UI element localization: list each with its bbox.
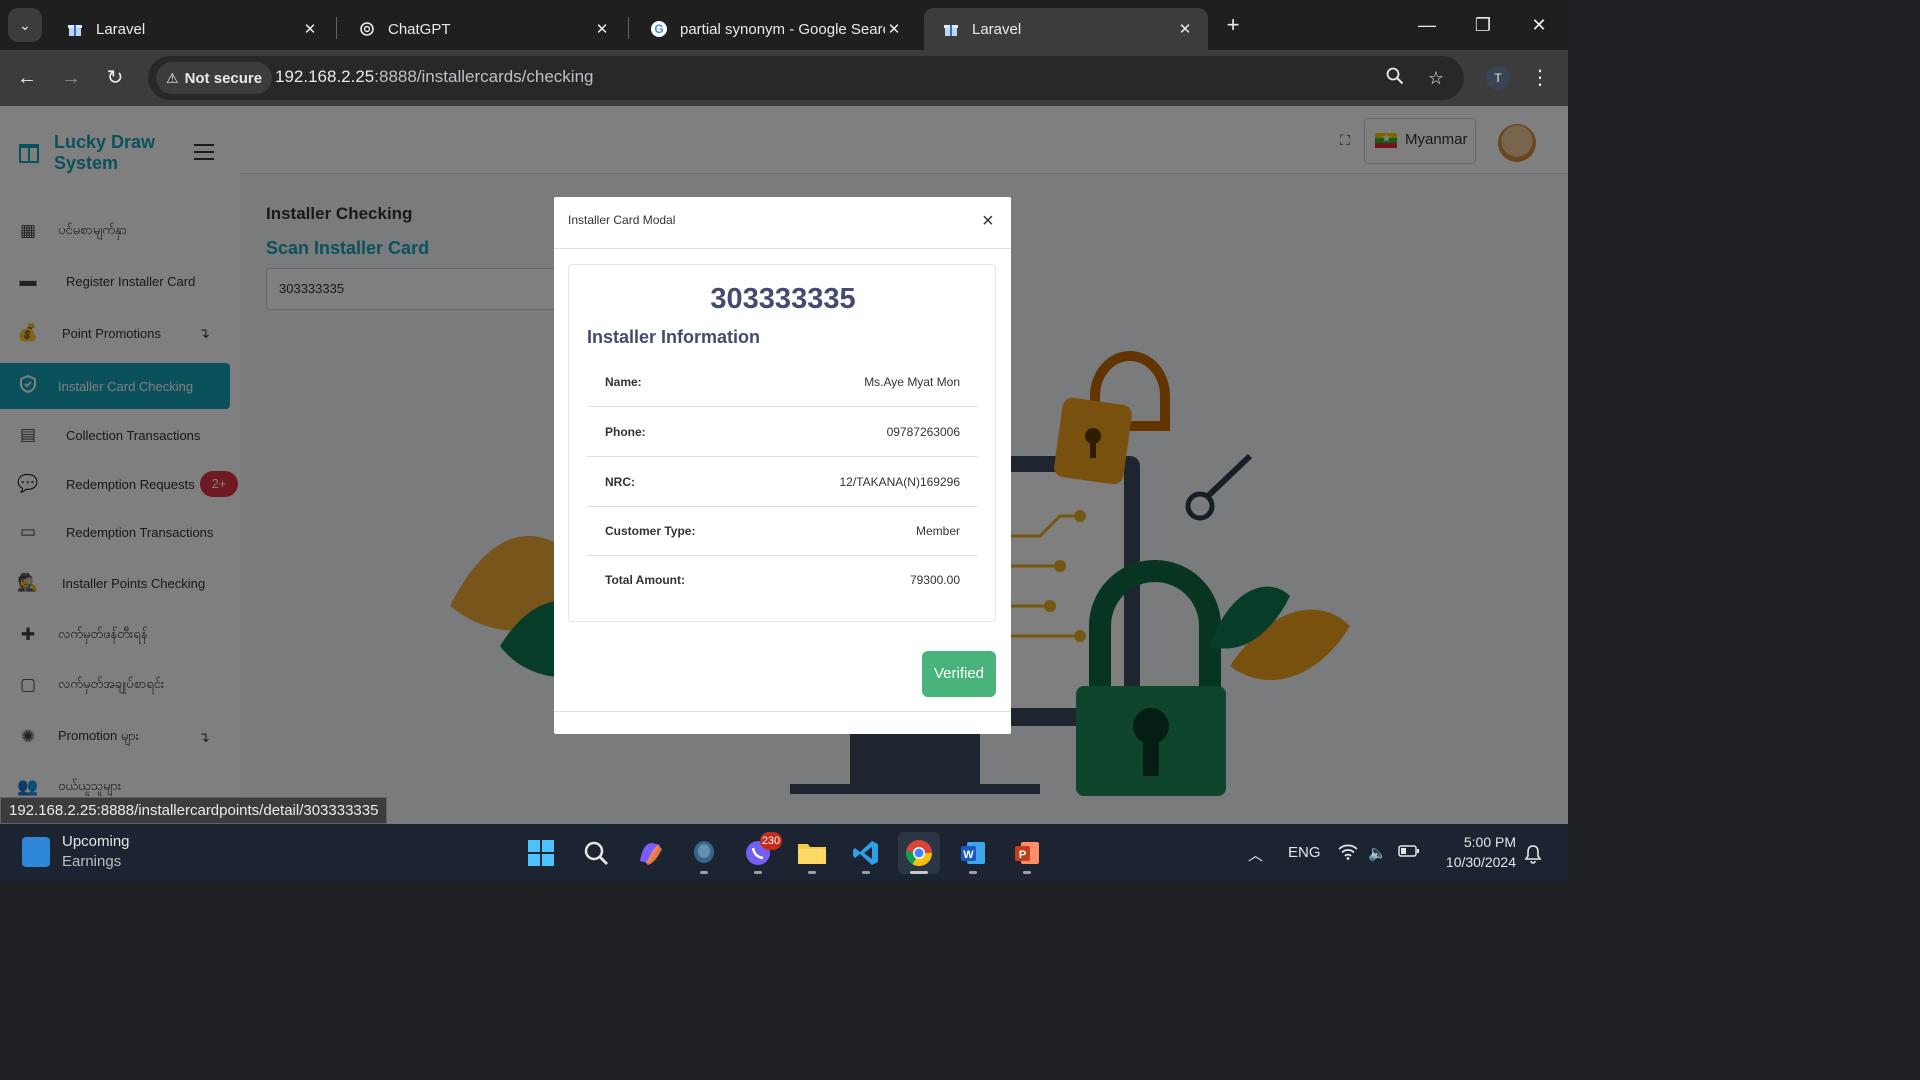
svg-text:P: P — [1019, 849, 1026, 861]
system-clock[interactable]: 5:00 PM 10/30/2024 — [1436, 832, 1516, 872]
widgets-button[interactable]: Upcoming Earnings — [22, 832, 130, 872]
info-row-name: Name: Ms.Aye Myat Mon — [587, 357, 978, 407]
modal-footer-divider — [554, 711, 1011, 712]
warning-icon: ⚠ — [166, 69, 179, 86]
installer-info-heading: Installer Information — [587, 327, 761, 347]
modal-title: Installer Card Modal — [568, 213, 676, 227]
info-label: Phone: — [605, 424, 646, 439]
new-tab-plus-icon[interactable]: + — [1220, 12, 1246, 38]
info-row-customer-type: Customer Type: Member — [587, 506, 978, 556]
url-host: 192.168.2.25 — [275, 67, 375, 86]
verified-button[interactable]: Verified — [922, 651, 996, 697]
copilot-icon[interactable] — [629, 832, 671, 874]
reload-icon[interactable]: ↻ — [100, 63, 130, 93]
openai-icon — [358, 20, 376, 38]
svg-text:W: W — [963, 849, 974, 861]
running-indicator — [808, 871, 816, 874]
widget-text: Upcoming Earnings — [62, 832, 130, 872]
tab-search-chevron-icon[interactable]: ⌄ — [8, 8, 42, 42]
info-row-nrc: NRC: 12/TAKANA(N)169296 — [587, 457, 978, 507]
running-indicator — [754, 871, 762, 874]
volume-icon[interactable]: 🔈 — [1368, 844, 1387, 862]
active-indicator — [910, 871, 928, 874]
chrome-icon[interactable] — [898, 832, 940, 874]
svg-text:G: G — [654, 22, 663, 36]
info-label: Name: — [605, 374, 642, 389]
tab-title: ChatGPT — [388, 20, 451, 38]
profile-avatar[interactable]: T — [1486, 66, 1510, 90]
tab-chatgpt[interactable]: ChatGPT ✕ — [340, 8, 625, 50]
info-value: Ms.Aye Myat Mon — [864, 374, 960, 389]
running-indicator — [700, 871, 708, 874]
info-label: Customer Type: — [605, 523, 696, 538]
restore-icon[interactable]: ❐ — [1468, 10, 1498, 40]
minimize-icon[interactable]: — — [1412, 10, 1442, 40]
running-indicator — [1023, 871, 1031, 874]
modal-header: Installer Card Modal × — [554, 197, 1011, 249]
viber-notification-badge: 230 — [760, 832, 782, 850]
installer-card-modal: Installer Card Modal × 303333335 Install… — [554, 197, 1011, 734]
info-value: 79300.00 — [909, 573, 960, 587]
notification-bell-icon[interactable] — [1524, 844, 1542, 868]
running-indicator — [862, 871, 870, 874]
link-status-bar: 192.168.2.25:8888/installercardpoints/de… — [0, 797, 388, 824]
windows-start-icon[interactable] — [520, 832, 562, 874]
card-number: 303333335 — [710, 283, 856, 315]
close-tab-icon[interactable]: ✕ — [885, 20, 903, 38]
info-value: 12/TAKANA(N)169296 — [839, 474, 960, 489]
url-text[interactable]: 192.168.2.25:8888/installercards/checkin… — [275, 67, 594, 87]
search-icon[interactable] — [575, 832, 617, 874]
info-value: Member — [915, 523, 960, 538]
close-tab-icon[interactable]: ✕ — [1176, 20, 1194, 38]
tab-laravel-1[interactable]: Laravel ✕ — [48, 8, 333, 50]
widget-line-2: Earnings — [62, 853, 122, 870]
windows-taskbar: Upcoming Earnings W P ︿ ENG 🔈 5:00 PM 10… — [0, 824, 1568, 882]
security-label: Not secure — [184, 69, 263, 87]
tab-separator — [336, 17, 337, 39]
browser-toolbar: ← → ↻ ⚠ Not secure 192.168.2.25:8888/ins… — [0, 50, 1568, 106]
address-bar[interactable]: ⚠ Not secure 192.168.2.25:8888/installer… — [148, 56, 1464, 100]
info-label: Total Amount: — [605, 573, 685, 587]
tab-google-search[interactable]: G partial synonym - Google Search ✕ — [632, 8, 917, 50]
wifi-icon[interactable] — [1338, 844, 1358, 864]
file-explorer-icon[interactable] — [791, 832, 833, 874]
widget-line-1: Upcoming — [62, 833, 130, 850]
google-icon: G — [650, 20, 668, 38]
battery-icon[interactable] — [1398, 844, 1420, 862]
tab-laravel-active[interactable]: Laravel ✕ — [924, 8, 1208, 50]
powerpoint-icon[interactable]: P — [1006, 832, 1048, 874]
info-label: NRC: — [605, 474, 635, 489]
running-indicator — [969, 871, 977, 874]
tab-title: partial synonym - Google Search — [680, 20, 885, 38]
stock-widget-icon — [22, 837, 50, 867]
installer-info-card: 303333335 Installer Information Name: Ms… — [568, 264, 996, 622]
info-row-phone: Phone: 09787263006 — [587, 407, 978, 457]
browser-tab-strip: ⌄ Laravel ✕ ChatGPT ✕ G partial synonym … — [0, 0, 1568, 50]
close-icon[interactable]: × — [982, 211, 994, 231]
tab-separator — [628, 17, 629, 39]
clock-date: 10/30/2024 — [1445, 854, 1516, 870]
show-hidden-icons-chevron-icon[interactable]: ︿ — [1248, 844, 1263, 865]
bookmark-star-icon[interactable]: ☆ — [1425, 67, 1447, 89]
browser-menu-icon[interactable]: ⋮ — [1530, 63, 1550, 93]
security-chip[interactable]: ⚠ Not secure — [156, 62, 273, 94]
tab-title: Laravel — [972, 20, 1022, 38]
vscode-icon[interactable] — [845, 832, 887, 874]
tab-title: Laravel — [96, 20, 146, 38]
input-language[interactable]: ENG — [1288, 844, 1321, 861]
forward-arrow-icon[interactable]: → — [56, 63, 86, 93]
info-row-total-amount: Total Amount: 79300.00 — [587, 555, 978, 605]
zoom-icon[interactable] — [1384, 67, 1406, 89]
gift-icon — [66, 20, 84, 38]
close-window-icon[interactable]: ✕ — [1524, 10, 1554, 40]
url-path: :8888/installercards/checking — [374, 67, 594, 86]
close-tab-icon[interactable]: ✕ — [301, 20, 319, 38]
close-tab-icon[interactable]: ✕ — [593, 20, 611, 38]
postgresql-icon[interactable] — [683, 832, 725, 874]
word-icon[interactable]: W — [952, 832, 994, 874]
info-value: 09787263006 — [886, 424, 960, 439]
gift-icon — [942, 20, 960, 38]
back-arrow-icon[interactable]: ← — [12, 63, 42, 93]
clock-time: 5:00 PM — [1463, 834, 1516, 850]
